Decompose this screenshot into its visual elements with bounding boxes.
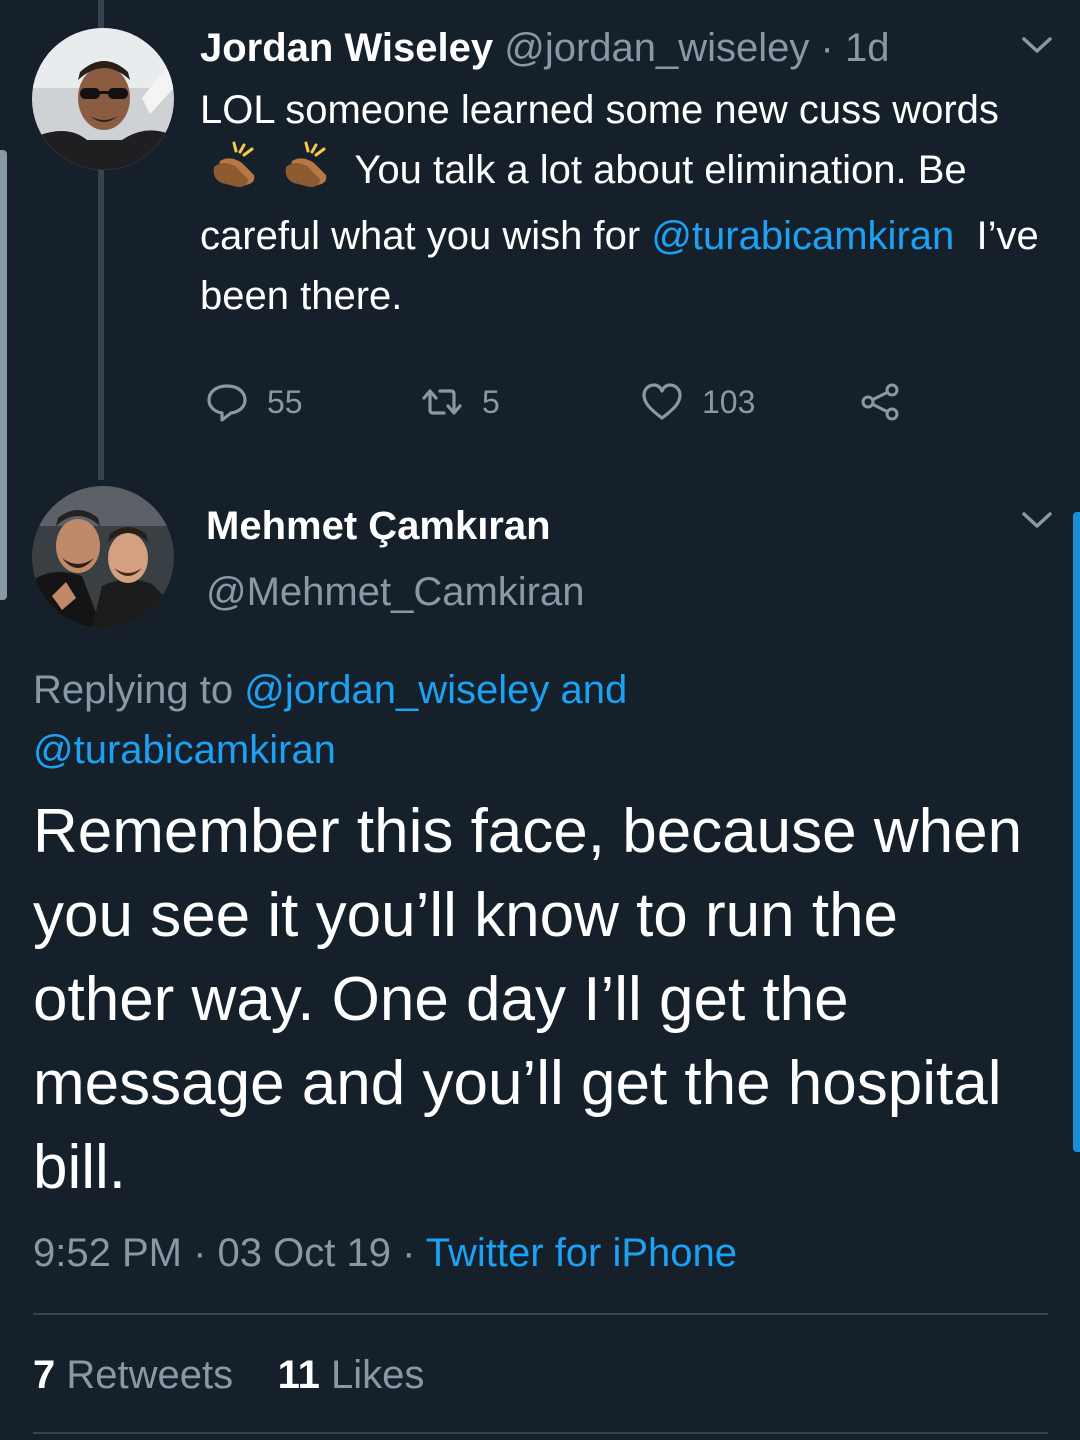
tweet1-text: LOL someone learned some new cuss words … [200, 80, 1040, 326]
chevron-down-icon[interactable] [1020, 30, 1054, 64]
divider [33, 1313, 1048, 1315]
tweet1-header: Jordan Wiseley @jordan_wiseley · 1d [200, 22, 889, 74]
tweet2-text: Remember this face, because when you see… [33, 797, 1023, 1202]
reply-icon [207, 384, 247, 422]
tweet2-date[interactable]: 03 Oct 19 [218, 1231, 391, 1275]
tweet2-meta: 9:52 PM · 03 Oct 19 · Twitter for iPhone [33, 1226, 737, 1280]
tweet2-author-handle[interactable]: @Mehmet_Camkiran [206, 566, 585, 618]
scroll-indicator-left [0, 150, 7, 600]
avatar-mehmet-camkiran[interactable] [32, 486, 174, 628]
retweet-count: 5 [482, 383, 500, 420]
tweet2-source-link[interactable]: Twitter for iPhone [426, 1231, 737, 1275]
tweet1-author-handle[interactable]: @jordan_wiseley [504, 26, 809, 70]
avatar-jordan-wiseley[interactable] [32, 28, 174, 170]
likes-stat[interactable]: 11 Likes [278, 1353, 425, 1397]
retweets-stat[interactable]: 7 Retweets [33, 1353, 233, 1397]
share-icon [861, 383, 899, 421]
chevron-down-icon[interactable] [1020, 505, 1054, 539]
tweet2-time[interactable]: 9:52 PM [33, 1231, 182, 1275]
tweet2-stats: 7 Retweets 11 Likes [33, 1348, 424, 1402]
retweet-icon [422, 389, 462, 415]
replying-mention-link[interactable]: @jordan_wiseley [244, 668, 549, 712]
tweet2-author-name[interactable]: Mehmet Çamkıran [206, 500, 551, 552]
separator-dot: · [181, 1231, 218, 1275]
clapping-hands-emoji [278, 141, 338, 206]
replying-prefix: Replying to [33, 668, 245, 712]
clapping-hands-emoji [206, 141, 266, 206]
tweet1-author-name[interactable]: Jordan Wiseley [200, 26, 493, 70]
like-button[interactable]: 103 [640, 380, 755, 424]
retweet-button[interactable]: 5 [420, 380, 500, 424]
tweet1-text-part: LOL someone learned some new cuss words [200, 88, 999, 132]
reply-count: 55 [267, 383, 303, 420]
replying-to-line: Replying to @jordan_wiseley and @turabic… [33, 660, 1033, 780]
share-button[interactable] [858, 380, 902, 424]
mention-link[interactable]: @turabicamkiran [651, 214, 954, 258]
replying-mention-link[interactable]: @turabicamkiran [33, 728, 336, 772]
scroll-indicator-right [1073, 512, 1080, 1152]
tweet1-timestamp[interactable]: 1d [845, 26, 890, 70]
divider [33, 1432, 1048, 1434]
retweets-count: 7 [33, 1353, 56, 1397]
likes-count: 11 [277, 1353, 320, 1397]
heart-icon [642, 383, 682, 420]
replying-and[interactable]: and [549, 668, 628, 712]
separator-dot: · [390, 1231, 426, 1275]
retweets-label: Retweets [66, 1353, 234, 1397]
reply-button[interactable]: 55 [205, 380, 303, 424]
likes-label: Likes [331, 1353, 425, 1397]
separator-dot: · [809, 26, 845, 70]
like-count: 103 [702, 383, 756, 420]
